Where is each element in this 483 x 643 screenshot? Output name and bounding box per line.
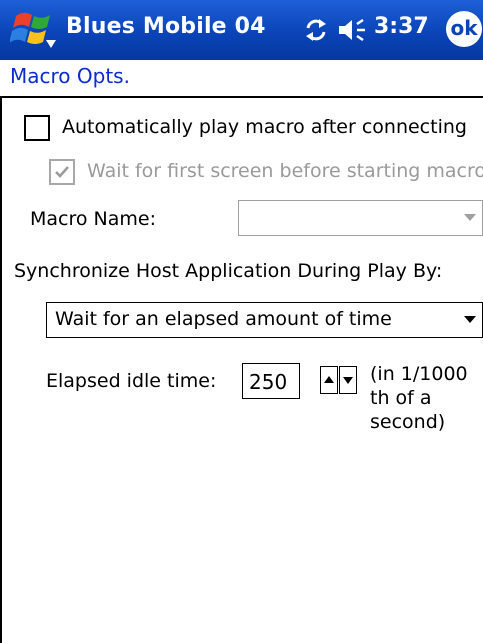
auto-play-checkbox[interactable] bbox=[24, 115, 50, 141]
chevron-down-icon bbox=[464, 316, 476, 323]
header-divider bbox=[0, 96, 483, 98]
clock-time: 3:37 bbox=[374, 14, 429, 39]
auto-play-label[interactable]: Automatically play macro after connectin… bbox=[62, 116, 467, 138]
macro-name-label: Macro Name: bbox=[30, 208, 156, 230]
wait-first-screen-checkbox[interactable] bbox=[49, 159, 75, 185]
checkmark-icon bbox=[55, 166, 69, 178]
macro-name-dropdown[interactable] bbox=[238, 200, 483, 236]
synchronize-label: Synchronize Host Application During Play… bbox=[14, 260, 443, 282]
speaker-volume-icon[interactable] bbox=[337, 15, 369, 45]
idle-time-label: Elapsed idle time: bbox=[46, 370, 217, 392]
units-line: th of a bbox=[370, 387, 432, 409]
title-bar: Blues Mobile 04 3:37 ok bbox=[0, 0, 483, 60]
start-menu-flag-icon[interactable] bbox=[10, 6, 60, 54]
increment-button[interactable] bbox=[320, 366, 338, 394]
idle-time-value: 250 bbox=[249, 370, 288, 394]
arrow-down-icon bbox=[343, 377, 353, 384]
units-line: (in 1/1000 bbox=[370, 363, 468, 385]
left-border bbox=[0, 98, 2, 643]
decrement-button[interactable] bbox=[339, 366, 357, 394]
sync-method-dropdown[interactable]: Wait for an elapsed amount of time bbox=[46, 302, 483, 338]
arrow-up-icon bbox=[324, 376, 334, 383]
idle-time-units: (in 1/1000 th of a second) bbox=[370, 362, 468, 434]
ok-button[interactable]: ok bbox=[446, 11, 482, 47]
app-title: Blues Mobile 04 bbox=[66, 14, 266, 39]
chevron-down-icon bbox=[464, 214, 476, 221]
page-title: Macro Opts. bbox=[10, 64, 130, 88]
sync-method-value: Wait for an elapsed amount of time bbox=[55, 308, 392, 330]
units-line: second) bbox=[370, 411, 446, 433]
sync-icon[interactable] bbox=[302, 15, 330, 45]
idle-time-input[interactable]: 250 bbox=[242, 363, 300, 399]
wait-first-screen-label[interactable]: Wait for first screen before starting ma… bbox=[87, 160, 483, 182]
